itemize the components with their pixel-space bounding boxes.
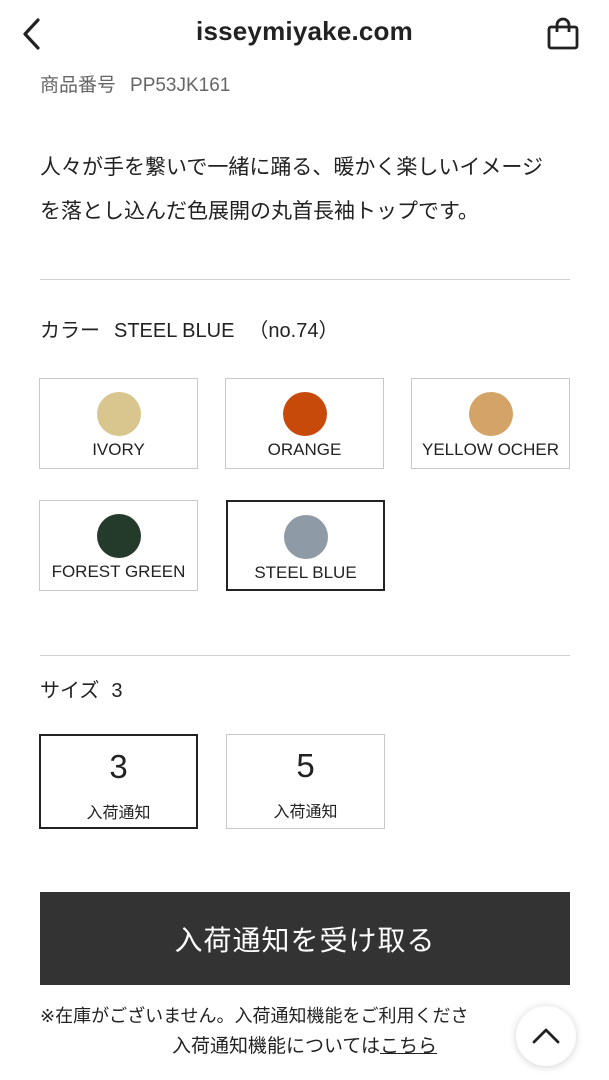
selected-color-code: （no.74） (248, 320, 339, 342)
color-label-text: カラー (40, 320, 100, 342)
color-option-forest-green[interactable]: FOREST GREEN (39, 500, 198, 591)
product-description: 人々が手を繋いで一緒に踊る、暖かく楽しいイメージ を落とし込んだ色展開の丸首長袖… (40, 146, 575, 234)
product-number-value: PP53JK161 (130, 75, 231, 96)
restock-info-link[interactable]: こちら (380, 1036, 437, 1057)
color-label: カラー STEEL BLUE （no.74） (40, 314, 338, 343)
color-dot (96, 514, 141, 558)
scroll-to-top-button[interactable] (516, 1006, 576, 1066)
color-option-yellow-ocher[interactable]: YELLOW OCHER (411, 378, 570, 469)
size-label: サイズ 3 (40, 674, 123, 703)
site-title[interactable]: isseymiyake.com (0, 16, 609, 47)
size-value: 5 (296, 747, 315, 784)
size-restock-note: 入荷通知 (273, 804, 338, 821)
color-dot (282, 392, 327, 436)
chevron-up-icon (532, 1028, 560, 1044)
selected-color-name: STEEL BLUE (114, 320, 235, 342)
restock-notify-button[interactable]: 入荷通知を受け取る (40, 892, 570, 985)
color-option-ivory[interactable]: IVORY (39, 378, 198, 469)
header: isseymiyake.com (0, 0, 609, 66)
size-option-5[interactable]: 5 入荷通知 (226, 734, 385, 829)
product-number-label: 商品番号 (40, 75, 117, 96)
color-option-orange[interactable]: ORANGE (225, 378, 384, 469)
color-option-steel-blue[interactable]: STEEL BLUE (226, 500, 385, 591)
size-restock-note: 入荷通知 (86, 805, 151, 822)
out-of-stock-note: ※在庫がございません。入荷通知機能をご利用くださ (40, 1006, 469, 1026)
color-dot (96, 392, 141, 436)
description-line: を落とし込んだ色展開の丸首長袖トップです。 (40, 200, 479, 223)
selected-size: 3 (111, 680, 123, 702)
color-dot (283, 515, 328, 559)
size-value: 3 (109, 748, 128, 785)
color-dot (468, 392, 513, 436)
color-option-label: ORANGE (267, 440, 342, 459)
product-number: 商品番号 PP53JK161 (40, 70, 230, 97)
color-option-label: FOREST GREEN (51, 562, 186, 581)
size-option-3[interactable]: 3 入荷通知 (39, 734, 198, 829)
color-option-label: STEEL BLUE (254, 563, 357, 582)
size-label-text: サイズ (40, 680, 100, 702)
shopping-bag-icon (547, 17, 579, 50)
divider (40, 655, 570, 656)
restock-info-text: 入荷通知機能については (171, 1036, 381, 1057)
divider (40, 279, 570, 280)
cart-button[interactable] (543, 14, 583, 54)
color-option-label: YELLOW OCHER (422, 440, 559, 459)
color-option-label: IVORY (92, 440, 145, 459)
description-line: 人々が手を繋いで一緒に踊る、暖かく楽しいイメージ (40, 156, 543, 179)
